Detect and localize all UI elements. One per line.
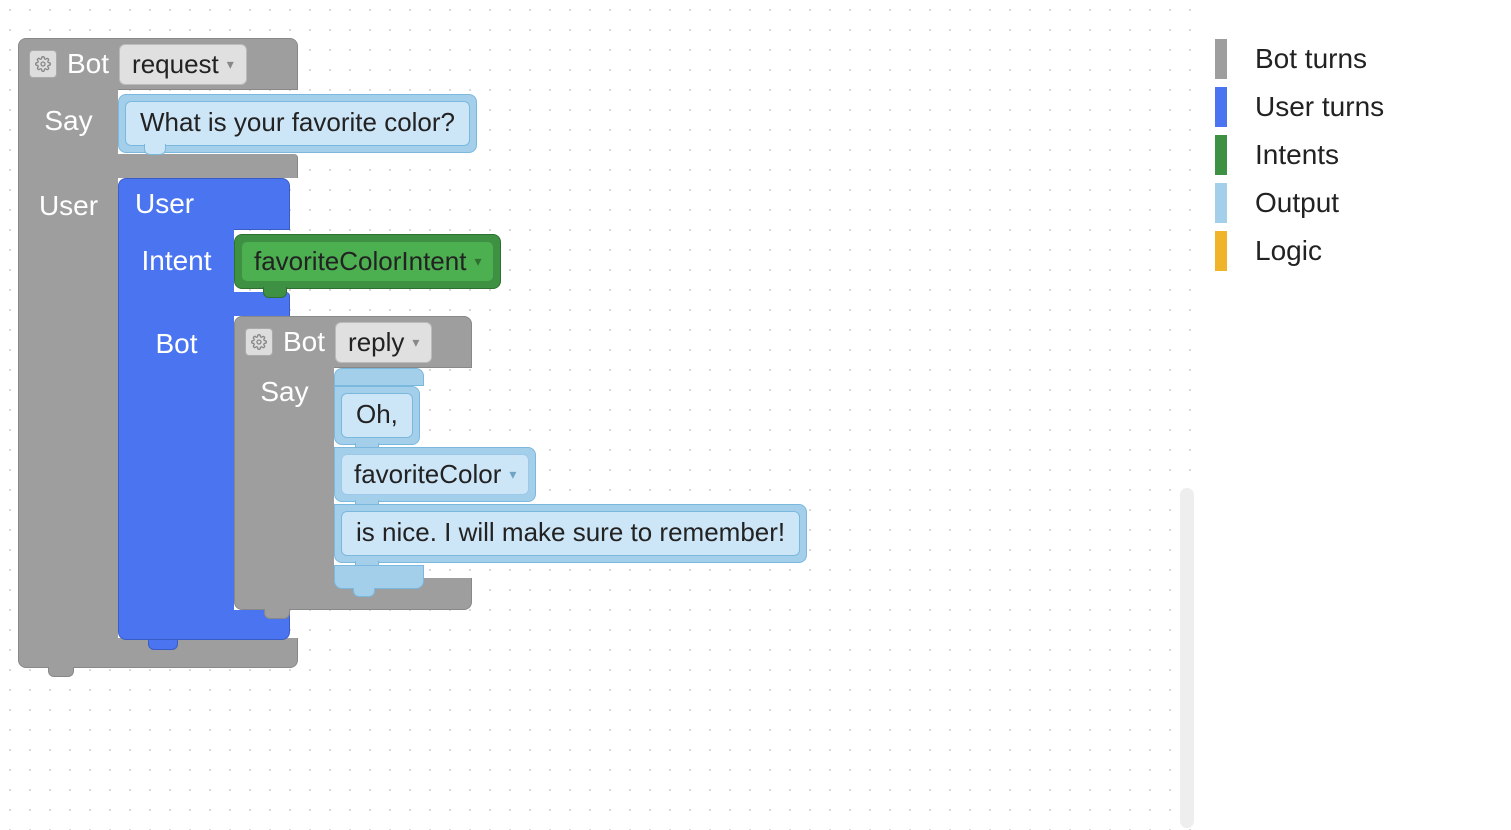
output-bottom-cap	[334, 565, 424, 589]
text-chip-question[interactable]: What is your favorite color?	[125, 101, 470, 146]
intent-label: Intent	[141, 245, 211, 277]
user-slot-label: User	[39, 190, 98, 222]
swatch-bot-turns	[1215, 39, 1227, 79]
block-bot-say-label-cell: Say	[18, 88, 118, 154]
legend-label: Bot turns	[1255, 43, 1367, 75]
bot-slot-label: Bot	[155, 328, 197, 360]
block-bot-separator	[18, 154, 298, 178]
legend-intents[interactable]: Intents	[1215, 131, 1495, 179]
legend-label: User turns	[1255, 91, 1384, 123]
dropdown-variable[interactable]: favoriteColor ▾	[341, 454, 529, 495]
output-say-reply-stack[interactable]: Oh, favoriteColor ▾ is nice. I will make…	[334, 368, 807, 589]
legend-label: Logic	[1255, 235, 1322, 267]
blockly-canvas[interactable]: Bot request ▾ Say User What is your favo…	[0, 0, 1205, 830]
legend-label: Intents	[1255, 139, 1339, 171]
text-chip-part1[interactable]: Oh,	[341, 393, 413, 438]
block-intent[interactable]: favoriteColorIntent ▾	[234, 234, 501, 289]
output-top-cap	[334, 368, 424, 386]
block-user-bot-label-cell: Bot	[118, 314, 234, 612]
legend-bot-turns[interactable]: Bot turns	[1215, 35, 1495, 83]
dropdown-variable-value: favoriteColor	[354, 459, 501, 490]
output-text-part1[interactable]: Oh,	[334, 386, 420, 445]
category-legend: Bot turns User turns Intents Output Logi…	[1215, 35, 1495, 275]
chevron-down-icon: ▾	[509, 466, 516, 483]
gear-icon[interactable]	[29, 50, 57, 78]
block-bot-title: Bot	[67, 48, 109, 80]
block-bot-reply-say-cell: Say	[234, 366, 334, 580]
block-bot-user-label-cell: User	[18, 178, 118, 640]
say-label: Say	[44, 105, 92, 137]
output-variable[interactable]: favoriteColor ▾	[334, 447, 536, 502]
dropdown-bot-reply-type-value: reply	[348, 327, 404, 358]
legend-user-turns[interactable]: User turns	[1215, 83, 1495, 131]
chevron-down-icon: ▾	[412, 334, 419, 351]
swatch-user-turns	[1215, 87, 1227, 127]
block-bot-request-header[interactable]: Bot request ▾	[18, 38, 298, 90]
swatch-logic	[1215, 231, 1227, 271]
chevron-down-icon: ▾	[227, 56, 234, 73]
dropdown-intent-value: favoriteColorIntent	[254, 246, 466, 277]
dropdown-bot-type[interactable]: request ▾	[119, 44, 247, 85]
block-bot-reply-title: Bot	[283, 326, 325, 358]
block-bot-reply-header[interactable]: Bot reply ▾	[234, 316, 472, 368]
gear-icon[interactable]	[245, 328, 273, 356]
legend-logic[interactable]: Logic	[1215, 227, 1495, 275]
output-text-part2[interactable]: is nice. I will make sure to remember!	[334, 504, 807, 563]
connector-tab	[148, 640, 178, 650]
connector-tab	[264, 609, 290, 619]
legend-label: Output	[1255, 187, 1339, 219]
say-label: Say	[260, 376, 308, 408]
text-chip-part2[interactable]: is nice. I will make sure to remember!	[341, 511, 800, 556]
dropdown-intent[interactable]: favoriteColorIntent ▾	[241, 241, 494, 282]
block-user-header[interactable]: User	[118, 178, 290, 230]
connector-tab	[48, 667, 74, 677]
scrollbar-vertical[interactable]	[1180, 488, 1194, 828]
block-user-intent-label-cell: Intent	[118, 228, 234, 294]
legend-output[interactable]: Output	[1215, 179, 1495, 227]
swatch-output	[1215, 183, 1227, 223]
block-user-title: User	[135, 188, 194, 220]
output-say-question[interactable]: What is your favorite color?	[118, 94, 477, 153]
swatch-intents	[1215, 135, 1227, 175]
dropdown-bot-reply-type[interactable]: reply ▾	[335, 322, 432, 363]
dropdown-bot-type-value: request	[132, 49, 219, 80]
chevron-down-icon: ▾	[474, 253, 481, 270]
